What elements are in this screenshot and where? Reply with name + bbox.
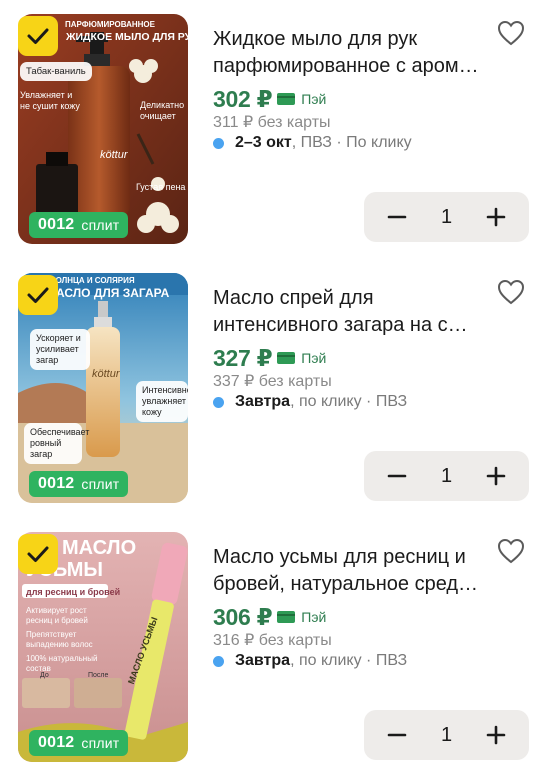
heart-icon[interactable] — [497, 279, 525, 305]
promo-chip: Густая пена — [136, 182, 186, 192]
split-badge: 0012 сплит — [29, 730, 129, 756]
delivery-details: , ПВЗ · По клику — [291, 134, 412, 151]
split-amount: 0012 — [38, 734, 75, 751]
increase-button[interactable] — [481, 202, 511, 232]
delivery-details: , по клику · ПВЗ — [290, 652, 408, 669]
promo-bullet: 100% натуральный состав — [26, 654, 98, 673]
price-row: 302 ₽ Пэй — [213, 86, 326, 112]
delivery-info: Завтра , по клику · ПВЗ — [213, 652, 407, 670]
split-badge: 0012 сплит — [29, 471, 129, 497]
decrease-button[interactable] — [382, 461, 412, 491]
promo-chip: Ускоряет и усиливает загар — [30, 329, 90, 370]
check-icon — [27, 287, 49, 303]
price: 327 ₽ — [213, 344, 273, 371]
select-checkbox[interactable] — [18, 16, 58, 56]
brand-label: köttur — [92, 368, 120, 380]
decrease-button[interactable] — [382, 202, 412, 232]
title-line: бровей, натуральное сред… — [213, 573, 479, 595]
split-label: сплит — [81, 735, 120, 751]
product-title[interactable]: Жидкое мыло для рук парфюмированное с ар… — [213, 26, 493, 80]
heart-icon[interactable] — [497, 538, 525, 564]
promo-top: СОЛНЦА И СОЛЯРИЯ — [50, 276, 135, 285]
delivery-details: , по клику · ПВЗ — [290, 393, 408, 410]
promo-subtitle: для ресниц и бровей — [26, 587, 121, 597]
promo-chip: Интенсивно увлажняет кожу — [136, 381, 188, 422]
brand-label: köttur — [100, 149, 128, 161]
cart-item: МАСЛО УСЬМЫ для ресниц и бровей Активиру… — [0, 518, 551, 768]
decrease-button[interactable] — [382, 720, 412, 750]
title-line: парфюмированное с аром… — [213, 55, 479, 77]
promo-main: МАСЛО ДЛЯ ЗАГАРА — [46, 286, 170, 300]
plus-icon — [486, 725, 506, 745]
quantity-value: 1 — [440, 723, 453, 746]
delivery-date: 2–3 окт — [235, 134, 292, 151]
quantity-stepper: 1 — [364, 192, 529, 242]
delivery-dot-icon — [213, 137, 224, 149]
increase-button[interactable] — [481, 461, 511, 491]
cart-item: СОЛНЦА И СОЛЯРИЯ МАСЛО ДЛЯ ЗАГАРА köttur… — [0, 259, 551, 518]
old-price: 316 ₽ без карты — [213, 632, 332, 649]
pay-label: Пэй — [301, 91, 327, 107]
delivery-info: Завтра , по клику · ПВЗ — [213, 393, 407, 411]
minus-icon — [387, 474, 407, 478]
split-label: сплит — [81, 217, 120, 233]
select-checkbox[interactable] — [18, 275, 58, 315]
promo-chip: Обеспечивает ровный загар — [24, 423, 89, 464]
promo-chip: Табак-ваниль — [20, 62, 92, 81]
title-line: Масло усьмы для ресниц и — [213, 546, 466, 568]
quantity-value: 1 — [440, 205, 453, 228]
card-icon — [277, 611, 296, 623]
split-amount: 0012 — [38, 475, 75, 492]
increase-button[interactable] — [481, 720, 511, 750]
heart-icon[interactable] — [497, 20, 525, 46]
split-badge: 0012 сплит — [29, 212, 129, 238]
promo-top: ПАРФЮМИРОВАННОЕ — [65, 20, 155, 29]
minus-icon — [387, 215, 407, 219]
product-title[interactable]: Масло усьмы для ресниц и бровей, натурал… — [213, 544, 493, 598]
split-amount: 0012 — [38, 216, 75, 233]
plus-icon — [486, 466, 506, 486]
quantity-stepper: 1 — [364, 710, 529, 760]
promo-bullet: Активирует рост ресниц и бровей — [26, 606, 88, 625]
old-price: 337 ₽ без карты — [213, 373, 332, 390]
old-price: 311 ₽ без карты — [213, 114, 331, 131]
promo-chip: Деликатно очищает — [140, 100, 185, 121]
minus-icon — [387, 733, 407, 737]
promo-bullet: Препятствует выпадению волос — [26, 630, 93, 649]
quantity-value: 1 — [440, 464, 453, 487]
quantity-stepper: 1 — [364, 451, 529, 501]
split-label: сплит — [81, 476, 120, 492]
pay-label: Пэй — [301, 350, 327, 366]
delivery-date: Завтра — [235, 393, 291, 410]
check-icon — [27, 546, 49, 562]
delivery-dot-icon — [213, 655, 224, 667]
delivery-info: 2–3 окт , ПВЗ · По клику — [213, 134, 412, 152]
promo-chip: Увлажняет и не сушит кожу — [20, 90, 80, 111]
title-line: интенсивного загара на с… — [213, 314, 468, 336]
promo-main: МАСЛО — [62, 537, 137, 559]
card-icon — [277, 352, 296, 364]
after-label: После — [88, 672, 109, 679]
pay-label: Пэй — [301, 609, 327, 625]
title-line: Масло спрей для — [213, 287, 374, 309]
cart-item: ПАРФЮМИРОВАННОЕ ЖИДКОЕ МЫЛО ДЛЯ РУК Таба… — [0, 0, 551, 259]
promo-main: ЖИДКОЕ МЫЛО ДЛЯ РУК — [66, 31, 188, 43]
plus-icon — [486, 207, 506, 227]
delivery-date: Завтра — [235, 652, 291, 669]
before-label: До — [40, 672, 49, 679]
card-icon — [277, 93, 296, 105]
delivery-dot-icon — [213, 396, 224, 408]
price-row: 327 ₽ Пэй — [213, 345, 326, 371]
check-icon — [27, 28, 49, 44]
price: 306 ₽ — [213, 603, 273, 630]
price-row: 306 ₽ Пэй — [213, 604, 326, 630]
product-title[interactable]: Масло спрей для интенсивного загара на с… — [213, 285, 493, 339]
select-checkbox[interactable] — [18, 534, 58, 574]
title-line: Жидкое мыло для рук — [213, 28, 418, 50]
price: 302 ₽ — [213, 85, 273, 112]
